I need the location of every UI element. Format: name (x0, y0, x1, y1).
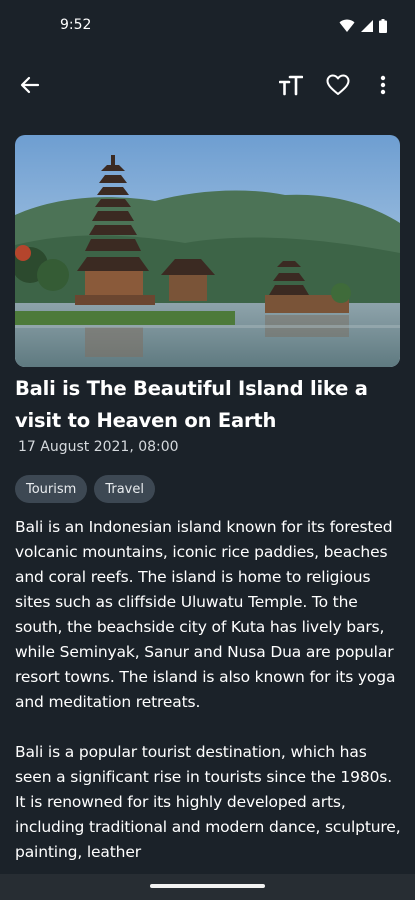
more-vert-icon (380, 75, 386, 99)
system-navigation-bar (0, 874, 415, 900)
article-image (15, 135, 400, 367)
tag-list: Tourism Travel (15, 475, 155, 503)
battery-icon (379, 18, 387, 37)
heart-icon (326, 74, 350, 100)
status-bar: 9:52 (0, 0, 415, 54)
wifi-icon (339, 18, 355, 37)
tag-tourism[interactable]: Tourism (15, 475, 88, 503)
article-screen: 9:52 Bali is The Beautiful Island like a… (0, 0, 415, 900)
signal-icon (360, 18, 374, 37)
status-icons (339, 18, 387, 37)
app-bar (0, 62, 415, 112)
article-body: Bali is an Indonesian island known for i… (15, 515, 405, 890)
back-arrow-icon (20, 75, 40, 99)
more-options-button[interactable] (363, 62, 403, 112)
back-button[interactable] (10, 62, 50, 112)
status-time: 9:52 (60, 17, 92, 33)
home-gesture-handle[interactable] (150, 884, 265, 888)
article-paragraph: Bali is a popular tourist destination, w… (15, 743, 401, 861)
article-date: 17 August 2021, 08:00 (18, 439, 179, 455)
article-title: Bali is The Beautiful Island like a visi… (15, 377, 368, 432)
text-size-button[interactable] (271, 62, 311, 112)
favorite-button[interactable] (318, 62, 358, 112)
article-paragraph: Bali is an Indonesian island known for i… (15, 518, 396, 711)
text-size-icon (278, 74, 304, 100)
tag-travel[interactable]: Travel (94, 475, 155, 503)
